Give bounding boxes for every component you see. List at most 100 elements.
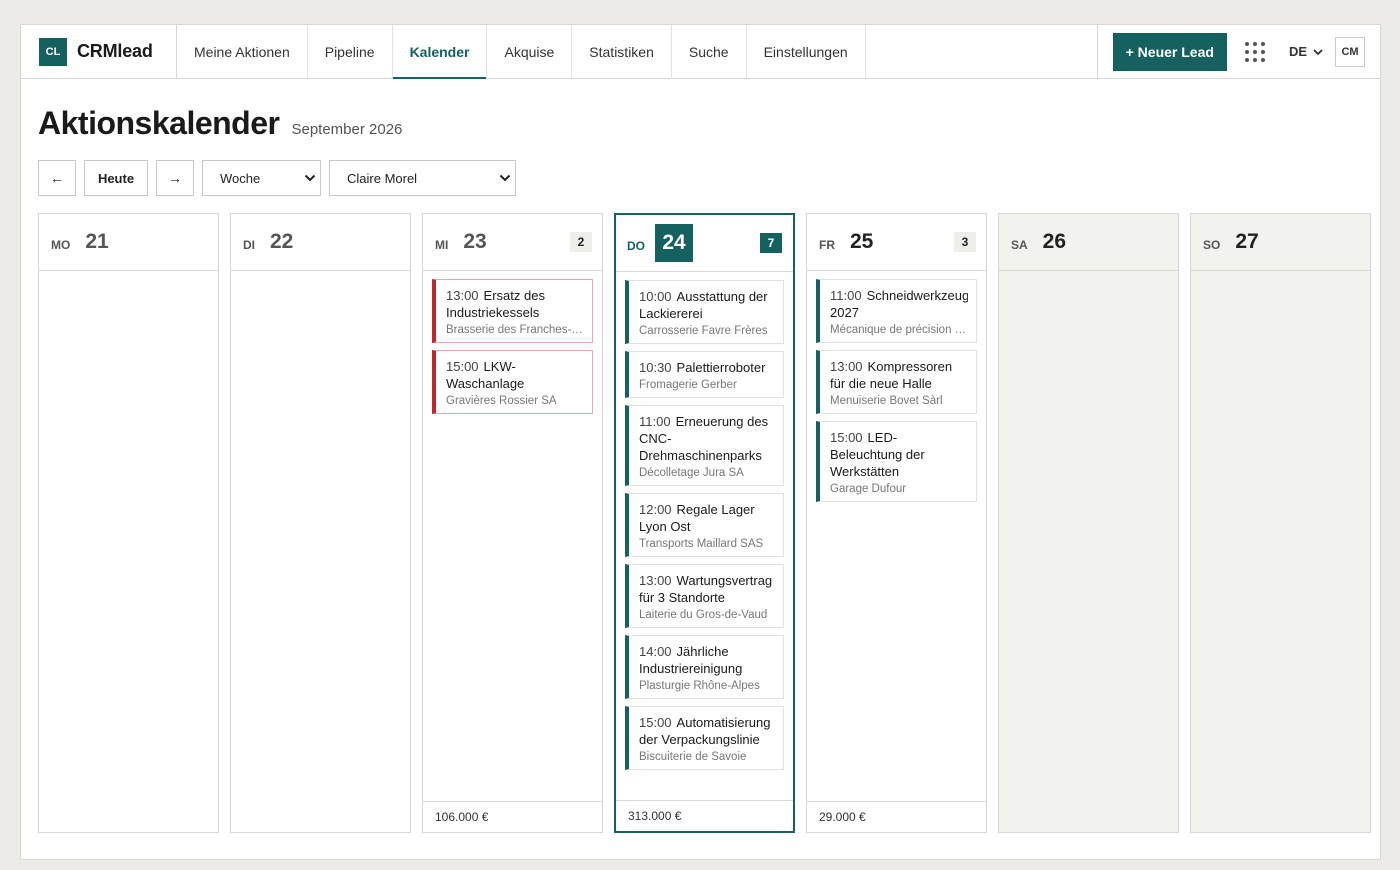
app-window: CL CRMlead Meine Aktionen Pipeline Kalen… [20,24,1381,860]
day-of-week: DO [627,239,645,253]
avatar[interactable]: CM [1335,36,1365,67]
event-company: Brasserie des Franches-… [446,324,583,336]
tab-kalender[interactable]: Kalender [392,25,488,79]
event-title-line: 13:00 Kompressoren für die neue Halle [830,358,968,392]
event-card[interactable]: 11:00 Schneidwerkzeuge 2027 Mécanique de p… [816,279,977,343]
event-title: Palettierroboter [676,360,766,375]
event-count-badge: 7 [760,233,782,253]
event-title-line: 14:00 Jährliche Industriereinigung [639,643,775,677]
day-header: DO 24 7 [616,215,793,272]
page-title: Aktionskalender [38,105,280,141]
event-title-line: 10:00 Ausstattung der Lackiererei [639,288,775,322]
event-card[interactable]: 12:00 Regale Lager Lyon Ost Transports Mai… [625,493,784,557]
event-title-line: 13:00 Ersatz des Industriekessels [446,287,584,321]
event-title-line: 12:00 Regale Lager Lyon Ost [639,501,775,535]
day-number: 21 [85,230,109,253]
tab-einstellungen[interactable]: Einstellungen [747,25,866,78]
event-company: Gravières Rossier SA [446,395,557,407]
event-title-line: 13:00 Wartungsvertrag für 3 Standorte [639,572,775,606]
event-card[interactable]: 15:00 Automatisierung der Verpackungslini… [625,706,784,770]
event-card[interactable]: 13:00 Kompressoren für die neue Halle Menu… [816,350,977,414]
page-subtitle: September 2026 [291,121,403,138]
day-total: 29.000 € [807,801,986,832]
day-header: MI 23 2 [423,214,602,271]
tab-pipeline[interactable]: Pipeline [308,25,393,78]
event-time: 13:00 [830,359,863,374]
tab-suche[interactable]: Suche [672,25,747,78]
event-count-badge: 3 [954,232,976,252]
day-of-week: SO [1203,238,1221,252]
event-card[interactable]: 13:00 Ersatz des Industriekessels Brasseri… [432,279,593,343]
event-company: Biscuiterie de Savoie [639,751,747,763]
event-card[interactable]: 13:00 Wartungsvertrag für 3 Standorte Lait… [625,564,784,628]
day-column-di[interactable]: DI 22 [230,213,411,833]
chevron-down-icon [304,174,316,182]
day-number: 22 [270,230,294,253]
day-of-week: MO [51,238,71,252]
event-count-badge: 2 [570,232,592,252]
event-time: 13:00 [639,573,672,588]
event-time: 14:00 [639,644,672,659]
event-card[interactable]: 10:30 Palettierroboter Fromagerie Gerber [625,351,784,398]
previous-week-button[interactable]: ← [38,160,76,196]
event-card[interactable]: 14:00 Jährliche Industriereinigung Plastur… [625,635,784,699]
view-select[interactable]: Woche [202,160,321,196]
event-time: 12:00 [639,502,672,517]
day-of-week: MI [435,238,449,252]
event-company: Laiterie du Gros-de-Vaud [639,609,768,621]
event-card[interactable]: 10:00 Ausstattung der Lackiererei Carrosse… [625,280,784,344]
event-list [999,271,1178,832]
event-card[interactable]: 11:00 Erneuerung des CNC-Drehmaschinenpar… [625,405,784,486]
event-list: 10:00 Ausstattung der Lackiererei Carrosse… [616,272,793,800]
event-title-line: 11:00 Schneidwerkzeuge 2027 [830,287,968,321]
day-column-do[interactable]: DO 24 7 10:00 Ausstattung der Lackiererei Car… [614,213,795,833]
tab-statistiken[interactable]: Statistiken [572,25,672,78]
event-company: Carrosserie Favre Frères [639,325,768,337]
calendar-toolbar: ← Heute → Woche Claire Morel [38,160,516,196]
brand-name: CRMlead [77,41,153,61]
tab-meine-aktionen[interactable]: Meine Aktionen [177,25,308,78]
event-list: 13:00 Ersatz des Industriekessels Brasseri… [423,271,602,801]
event-time: 15:00 [446,359,479,374]
event-company: Menuiserie Bovet Sàrl [830,395,943,407]
day-total: 313.000 € [616,800,793,831]
event-company: Garage Dufour [830,483,907,495]
next-week-button[interactable]: → [156,160,194,196]
grid-dots-icon[interactable] [1244,41,1265,62]
today-button[interactable]: Heute [84,160,148,196]
day-number: 27 [1235,230,1259,253]
event-title-line: 15:00 Automatisierung der Verpackungslini… [639,714,775,748]
tab-akquise[interactable]: Akquise [487,25,573,78]
day-of-week: FR [819,238,835,252]
event-title-line: 10:30 Palettierroboter [639,359,775,376]
event-card[interactable]: 15:00 LED-Beleuchtung der Werkstätten Gara… [816,421,977,502]
event-title-line: 15:00 LED-Beleuchtung der Werkstätten [830,429,968,480]
event-time: 15:00 [639,715,672,730]
day-column-mo[interactable]: MO 21 [38,213,219,833]
top-navigation: CL CRMlead Meine Aktionen Pipeline Kalen… [21,25,1380,79]
event-title-line: 15:00 LKW-Waschanlage [446,358,584,392]
new-lead-button[interactable]: + Neuer Lead [1112,32,1227,71]
day-column-sa[interactable]: SA 26 [998,213,1179,833]
event-time: 10:30 [639,360,672,375]
day-total: 106.000 € [423,801,602,832]
day-number: 26 [1042,230,1067,253]
chevron-down-icon [1313,48,1323,55]
day-header: DI 22 [231,214,410,271]
day-number: 24 [655,224,693,262]
brand-logo: CL [39,37,67,66]
day-column-mi[interactable]: MI 23 2 13:00 Ersatz des Industriekessels Bra… [422,213,603,833]
day-number: 25 [850,230,874,253]
event-time: 11:00 [830,288,862,303]
language-label: DE [1288,44,1307,59]
user-select[interactable]: Claire Morel [329,160,516,196]
event-card[interactable]: 15:00 LKW-Waschanlage Gravières Rossier SA [432,350,593,414]
event-company: Transports Maillard SAS [639,538,764,550]
day-column-fr[interactable]: FR 25 3 11:00 Schneidwerkzeuge 2027 Mécanique… [806,213,987,833]
day-number: 23 [463,230,487,253]
event-time: 13:00 [446,288,479,303]
language-selector[interactable]: DE [1289,44,1323,59]
brand[interactable]: CL CRMlead [21,25,177,78]
day-header: SA 26 [999,214,1178,271]
day-column-so[interactable]: SO 27 [1190,213,1371,833]
